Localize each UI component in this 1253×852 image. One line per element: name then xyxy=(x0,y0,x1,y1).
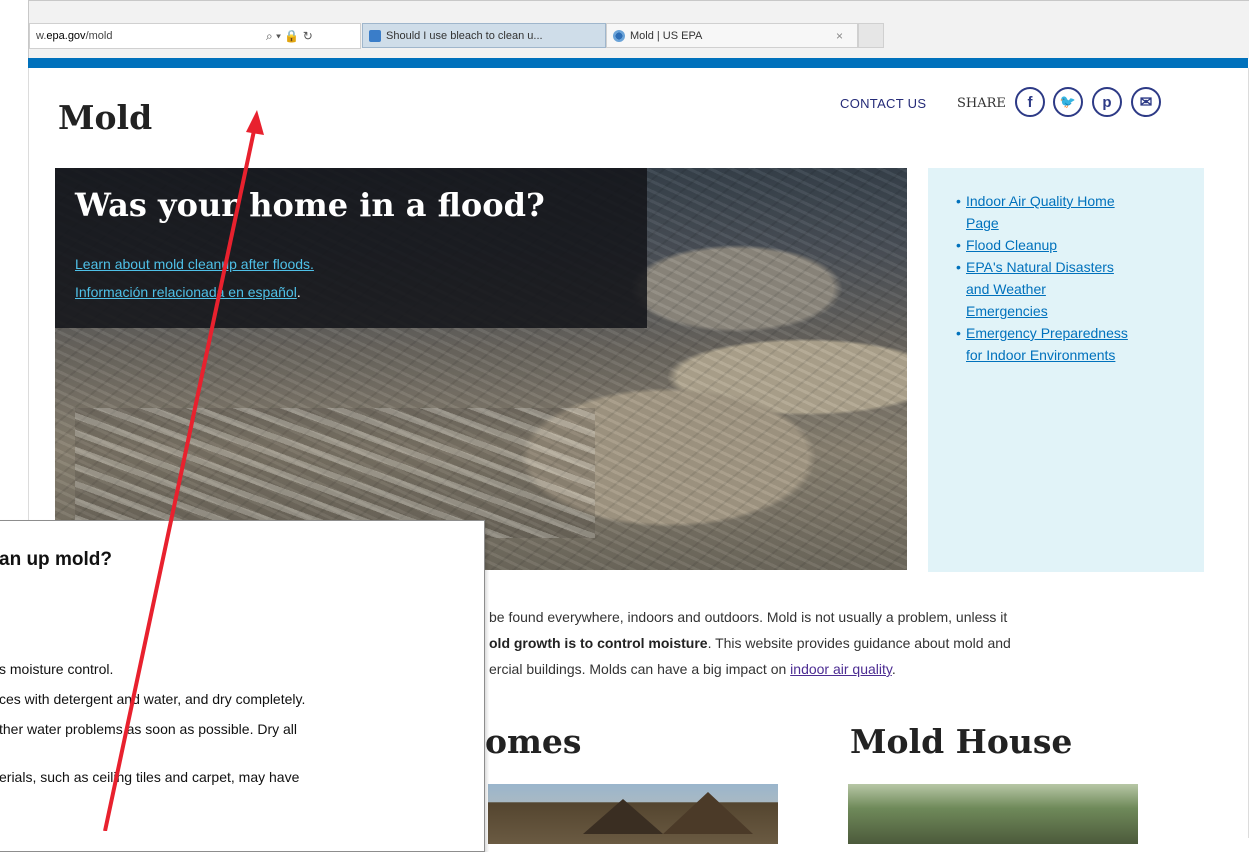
flooded-houses xyxy=(75,408,595,538)
mold-cleanup-floods-link[interactable]: Learn about mold cleanup after floods. xyxy=(75,256,314,272)
address-bar[interactable]: w.epa.gov/mold ⌕ ▾ 🔒 ↻ xyxy=(29,23,361,49)
hero-title: Was your home in a flood? xyxy=(75,186,545,224)
roof-shape xyxy=(583,799,663,834)
intro-line: ercial buildings. Molds can have a big i… xyxy=(489,656,1189,682)
text: . This website provides guidance about m… xyxy=(707,635,1011,651)
facebook-icon[interactable]: f xyxy=(1015,87,1045,117)
tab-title: Should I use bleach to clean u... xyxy=(386,29,543,42)
link-line: Indoor Air Quality Home xyxy=(966,193,1115,209)
tab-bleach[interactable]: Should I use bleach to clean u... xyxy=(362,23,606,48)
close-tab-icon[interactable]: × xyxy=(836,29,843,43)
link-line: Emergencies xyxy=(966,303,1048,319)
intro-line: old growth is to control moisture. This … xyxy=(489,630,1189,656)
sidebar-item-natural-disasters[interactable]: EPA's Natural Disasters and Weather Emerge… xyxy=(956,256,1196,322)
sidebar-item-flood-cleanup[interactable]: Flood Cleanup xyxy=(956,234,1196,256)
homes-image[interactable] xyxy=(488,784,778,844)
indoor-air-quality-link[interactable]: indoor air quality xyxy=(790,661,892,677)
roof-shape xyxy=(663,792,753,834)
link-line: EPA's Natural Disasters xyxy=(966,259,1114,275)
twitter-icon[interactable]: 🐦 xyxy=(1053,87,1083,117)
email-icon[interactable]: ✉ xyxy=(1131,87,1161,117)
document-overlay: an up mold? s moisture control. ces with… xyxy=(0,520,485,852)
overlay-heading: an up mold? xyxy=(0,549,112,570)
pinterest-icon[interactable]: p xyxy=(1092,87,1122,117)
overlay-line: erials, such as ceiling tiles and carpet… xyxy=(0,769,300,785)
overlay-line: ces with detergent and water, and dry co… xyxy=(0,691,306,707)
link-line: Page xyxy=(966,215,999,231)
mold-house-image[interactable] xyxy=(848,784,1138,844)
period: . xyxy=(296,284,301,300)
epa-logo-icon xyxy=(613,29,625,42)
overlay-line: s moisture control. xyxy=(0,661,114,677)
contact-us-link[interactable]: CONTACT US xyxy=(840,96,926,111)
new-tab-button[interactable] xyxy=(858,23,884,48)
address-bar-icons[interactable]: ⌕ ▾ 🔒 ↻ xyxy=(266,29,313,44)
tab-mold-epa[interactable]: Mold | US EPA × xyxy=(606,23,858,48)
spanish-info-link[interactable]: Información relacionada en español xyxy=(75,284,297,300)
related-links-sidebar: Indoor Air Quality Home Page Flood Cleanu… xyxy=(928,168,1204,572)
hero-caption-box: Was your home in a flood? Learn about mo… xyxy=(55,168,647,328)
sidebar-item-iaq-home[interactable]: Indoor Air Quality Home Page xyxy=(956,190,1196,234)
section-heading-homes: omes xyxy=(485,722,582,761)
text: . xyxy=(891,661,896,677)
tab-title: Mold | US EPA xyxy=(630,29,703,42)
url-text[interactable]: w.epa.gov/mold xyxy=(30,30,266,42)
page-icon xyxy=(369,29,381,42)
hero-flood-image: Was your home in a flood? Learn about mo… xyxy=(55,168,907,570)
link-line: Emergency Preparedness xyxy=(966,325,1128,341)
intro-paragraph: be found everywhere, indoors and outdoor… xyxy=(489,604,1189,682)
related-links-list: Indoor Air Quality Home Page Flood Cleanu… xyxy=(956,190,1196,366)
browser-chrome: w.epa.gov/mold ⌕ ▾ 🔒 ↻ Should I use blea… xyxy=(28,0,1249,59)
link-line: Flood Cleanup xyxy=(966,237,1058,253)
intro-line: be found everywhere, indoors and outdoor… xyxy=(489,609,1008,625)
sidebar-item-emergency-preparedness[interactable]: Emergency Preparedness for Indoor Environ… xyxy=(956,322,1196,366)
share-label: SHARE xyxy=(957,96,1006,111)
spanish-link-row: Información relacionada en español. xyxy=(75,284,301,300)
link-line: for Indoor Environments xyxy=(966,347,1116,363)
link-line: and Weather xyxy=(966,281,1046,297)
text: ercial buildings. Molds can have a big i… xyxy=(489,661,791,677)
section-heading-mold-house[interactable]: Mold House xyxy=(850,722,1072,761)
bold-phrase: old growth is to control moisture xyxy=(489,635,708,651)
overlay-line: ther water problems as soon as possible.… xyxy=(0,721,298,737)
epa-header-bar xyxy=(28,58,1248,68)
page-title: Mold xyxy=(58,98,153,137)
